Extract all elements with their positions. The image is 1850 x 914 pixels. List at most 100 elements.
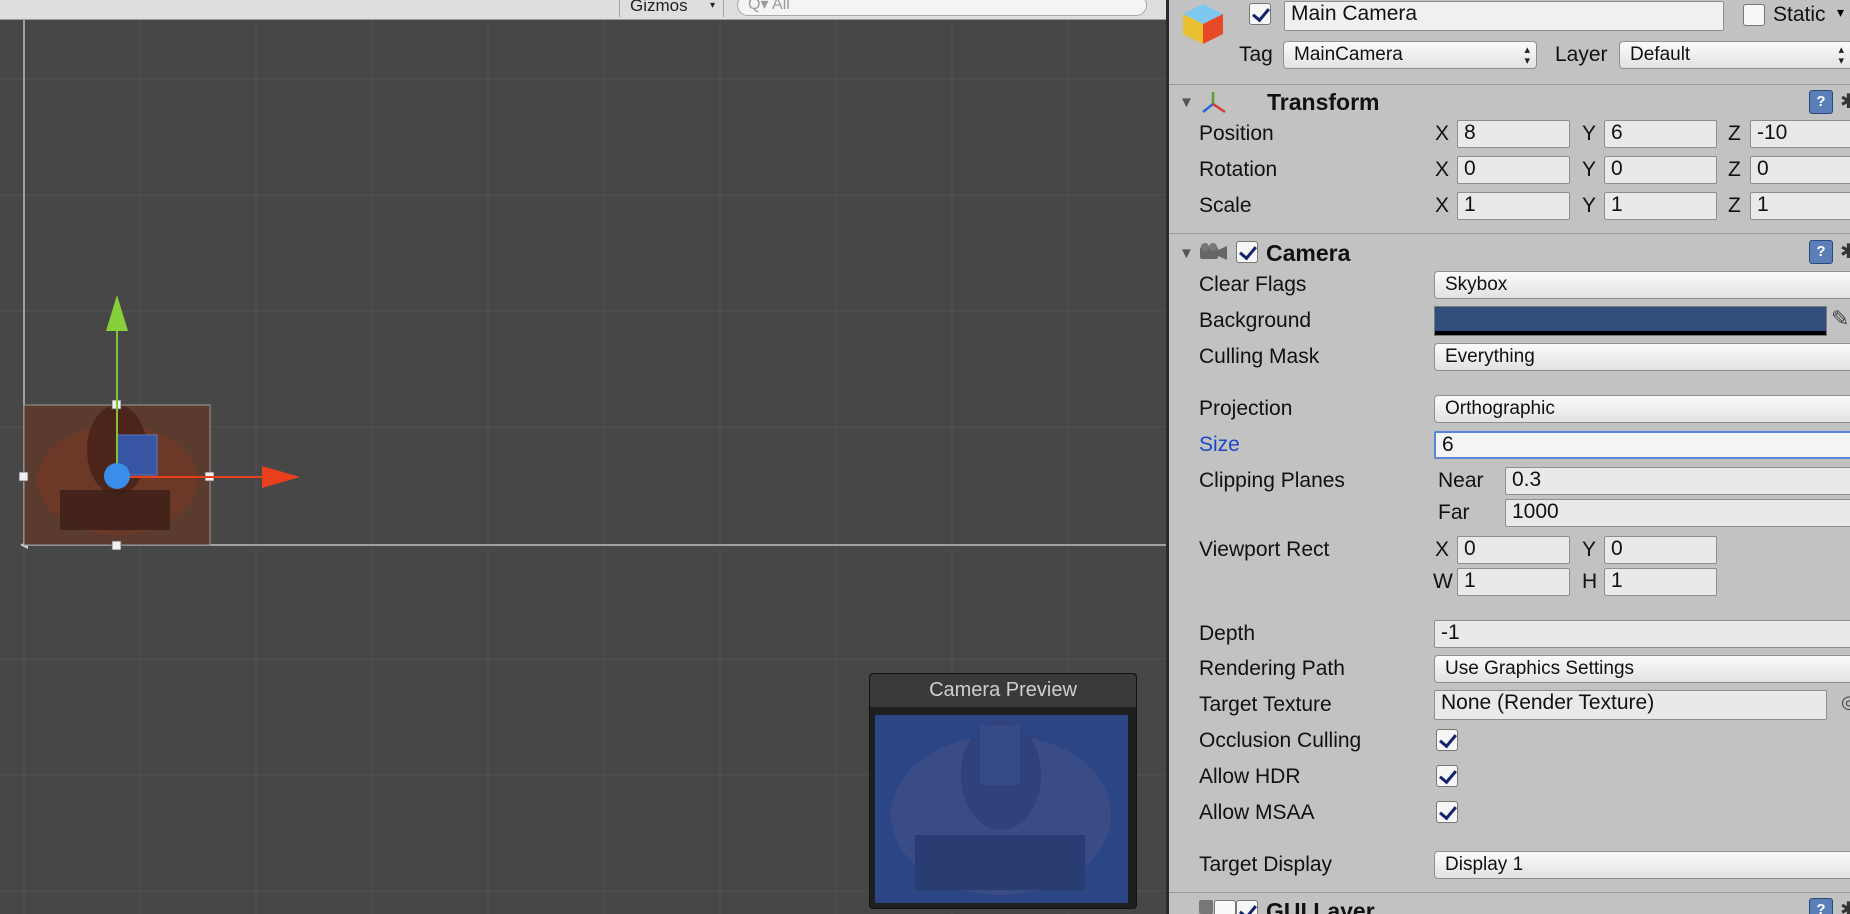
layer-dropdown[interactable]: Default ▴ ▾ — [1619, 41, 1850, 69]
gizmos-dropdown[interactable]: Gizmos ▾ — [619, 0, 724, 17]
scene-search-input[interactable]: Q▾ All — [737, 0, 1147, 16]
help-icon[interactable]: ? — [1809, 898, 1833, 914]
axis-y-label: Y — [1582, 158, 1597, 181]
eyedropper-icon[interactable]: ✎ — [1831, 306, 1849, 332]
object-name-field[interactable]: Main Camera — [1284, 1, 1724, 31]
size-field[interactable]: 6 — [1434, 431, 1850, 459]
viewport-y-field[interactable]: 0 — [1604, 536, 1717, 564]
viewport-x-field[interactable]: 0 — [1457, 536, 1570, 564]
gear-icon[interactable]: ✱ — [1840, 898, 1850, 914]
far-field[interactable]: 1000 — [1505, 499, 1850, 527]
projection-label: Projection — [1199, 397, 1293, 420]
object-picker-icon[interactable]: ◎ — [1841, 692, 1850, 713]
allow-msaa-checkbox[interactable] — [1436, 801, 1458, 823]
updown-arrows-icon: ▴ ▾ — [1838, 44, 1844, 67]
viewport-h-field[interactable]: 1 — [1604, 568, 1717, 596]
active-checkbox[interactable] — [1249, 3, 1271, 25]
gui-layer-title: GUI Layer — [1266, 898, 1375, 914]
rendering-path-label: Rendering Path — [1199, 657, 1345, 680]
rotation-y-field[interactable]: 0 — [1604, 156, 1717, 184]
axis-y-label: Y — [1582, 122, 1597, 145]
layer-value: Default — [1630, 44, 1691, 65]
axis-x-label: X — [1435, 158, 1450, 181]
tag-dropdown[interactable]: MainCamera ▴ ▾ — [1283, 41, 1537, 69]
axis-x-label: X — [1435, 122, 1450, 145]
culling-mask-dropdown[interactable]: Everything ▴▾ — [1434, 343, 1850, 371]
transform-title: Transform — [1267, 89, 1380, 115]
axis-y-label: Y — [1582, 194, 1597, 217]
occlusion-culling-label: Occlusion Culling — [1199, 729, 1362, 752]
viewport-rect-label: Viewport Rect — [1199, 538, 1330, 561]
viewport-w-field[interactable]: 1 — [1457, 568, 1570, 596]
near-field[interactable]: 0.3 — [1505, 467, 1850, 495]
foldout-triangle-icon[interactable]: ▼ — [1179, 94, 1194, 111]
rotation-z-field[interactable]: 0 — [1750, 156, 1850, 184]
target-texture-field[interactable]: None (Render Texture) — [1434, 690, 1827, 720]
near-label: Near — [1438, 469, 1484, 492]
static-checkbox[interactable] — [1743, 4, 1765, 26]
tag-label: Tag — [1239, 43, 1273, 66]
clear-flags-label: Clear Flags — [1199, 273, 1307, 296]
axis-z-label: Z — [1728, 194, 1741, 217]
position-label: Position — [1199, 122, 1274, 145]
position-x-field[interactable]: 8 — [1457, 120, 1570, 148]
static-label: Static — [1773, 3, 1826, 26]
inspector-panel: Main Camera Static ▾ Tag MainCamera ▴ ▾ L… — [1169, 0, 1850, 914]
background-color-field[interactable] — [1434, 306, 1827, 336]
gear-icon[interactable]: ✱ — [1840, 90, 1850, 114]
rotation-label: Rotation — [1199, 158, 1278, 181]
scene-toolbar: Gizmos ▾ Q▾ All — [0, 0, 1166, 20]
rotation-x-field[interactable]: 0 — [1457, 156, 1570, 184]
clipping-planes-label: Clipping Planes — [1199, 469, 1345, 492]
position-y-field[interactable]: 6 — [1604, 120, 1717, 148]
target-display-dropdown[interactable]: Display 1 ▴▾ — [1434, 851, 1850, 879]
gizmos-label: Gizmos — [630, 0, 688, 15]
projection-value: Orthographic — [1445, 398, 1555, 419]
scale-x-field[interactable]: 1 — [1457, 192, 1570, 220]
tag-value: MainCamera — [1294, 44, 1403, 65]
camera-title: Camera — [1266, 240, 1351, 266]
axis-w-label: W — [1433, 570, 1453, 593]
chevron-down-icon: ▾ — [709, 0, 715, 11]
size-label: Size — [1199, 433, 1240, 456]
depth-label: Depth — [1199, 622, 1256, 645]
gui-layer-icon — [1199, 900, 1213, 914]
gameobject-cube-icon — [1183, 4, 1223, 44]
target-display-label: Target Display — [1199, 853, 1333, 876]
far-label: Far — [1438, 501, 1470, 524]
depth-field[interactable]: -1 — [1434, 620, 1850, 648]
gui-layer-icon-checkbox — [1214, 900, 1236, 914]
gui-layer-enabled-checkbox[interactable] — [1236, 900, 1258, 914]
allow-hdr-label: Allow HDR — [1199, 765, 1301, 788]
clear-flags-dropdown[interactable]: Skybox ▴▾ — [1434, 271, 1850, 299]
chevron-down-icon[interactable]: ▾ — [1837, 4, 1844, 21]
scale-z-field[interactable]: 1 — [1750, 192, 1850, 220]
gear-icon[interactable]: ✱ — [1840, 240, 1850, 264]
background-label: Background — [1199, 309, 1312, 332]
help-icon[interactable]: ? — [1809, 240, 1833, 264]
camera-preview-title: Camera Preview — [870, 674, 1136, 707]
updown-arrows-icon: ▴ ▾ — [1524, 44, 1530, 67]
rendering-path-dropdown[interactable]: Use Graphics Settings ▴▾ — [1434, 655, 1850, 683]
target-display-value: Display 1 — [1445, 854, 1524, 875]
scale-y-field[interactable]: 1 — [1604, 192, 1717, 220]
rendering-path-value: Use Graphics Settings — [1445, 658, 1635, 679]
allow-msaa-label: Allow MSAA — [1199, 801, 1315, 824]
axis-h-label: H — [1582, 570, 1598, 593]
help-icon[interactable]: ? — [1809, 90, 1833, 114]
projection-dropdown[interactable]: Orthographic ▴▾ — [1434, 395, 1850, 423]
camera-preview-panel: Camera Preview — [869, 673, 1137, 909]
allow-hdr-checkbox[interactable] — [1436, 765, 1458, 787]
axis-z-label: Z — [1728, 122, 1741, 145]
axis-z-label: Z — [1728, 158, 1741, 181]
camera-component-icon — [1200, 243, 1227, 260]
camera-preview-image — [875, 715, 1128, 903]
position-z-field[interactable]: -10 — [1750, 120, 1850, 148]
scene-view[interactable]: Gizmos ▾ Q▾ All Camera Preview — [0, 0, 1166, 914]
clear-flags-value: Skybox — [1445, 274, 1508, 295]
target-texture-label: Target Texture — [1199, 693, 1332, 716]
culling-mask-value: Everything — [1445, 346, 1535, 367]
camera-enabled-checkbox[interactable] — [1236, 241, 1258, 263]
foldout-triangle-icon[interactable]: ▼ — [1179, 245, 1194, 262]
occlusion-culling-checkbox[interactable] — [1436, 729, 1458, 751]
